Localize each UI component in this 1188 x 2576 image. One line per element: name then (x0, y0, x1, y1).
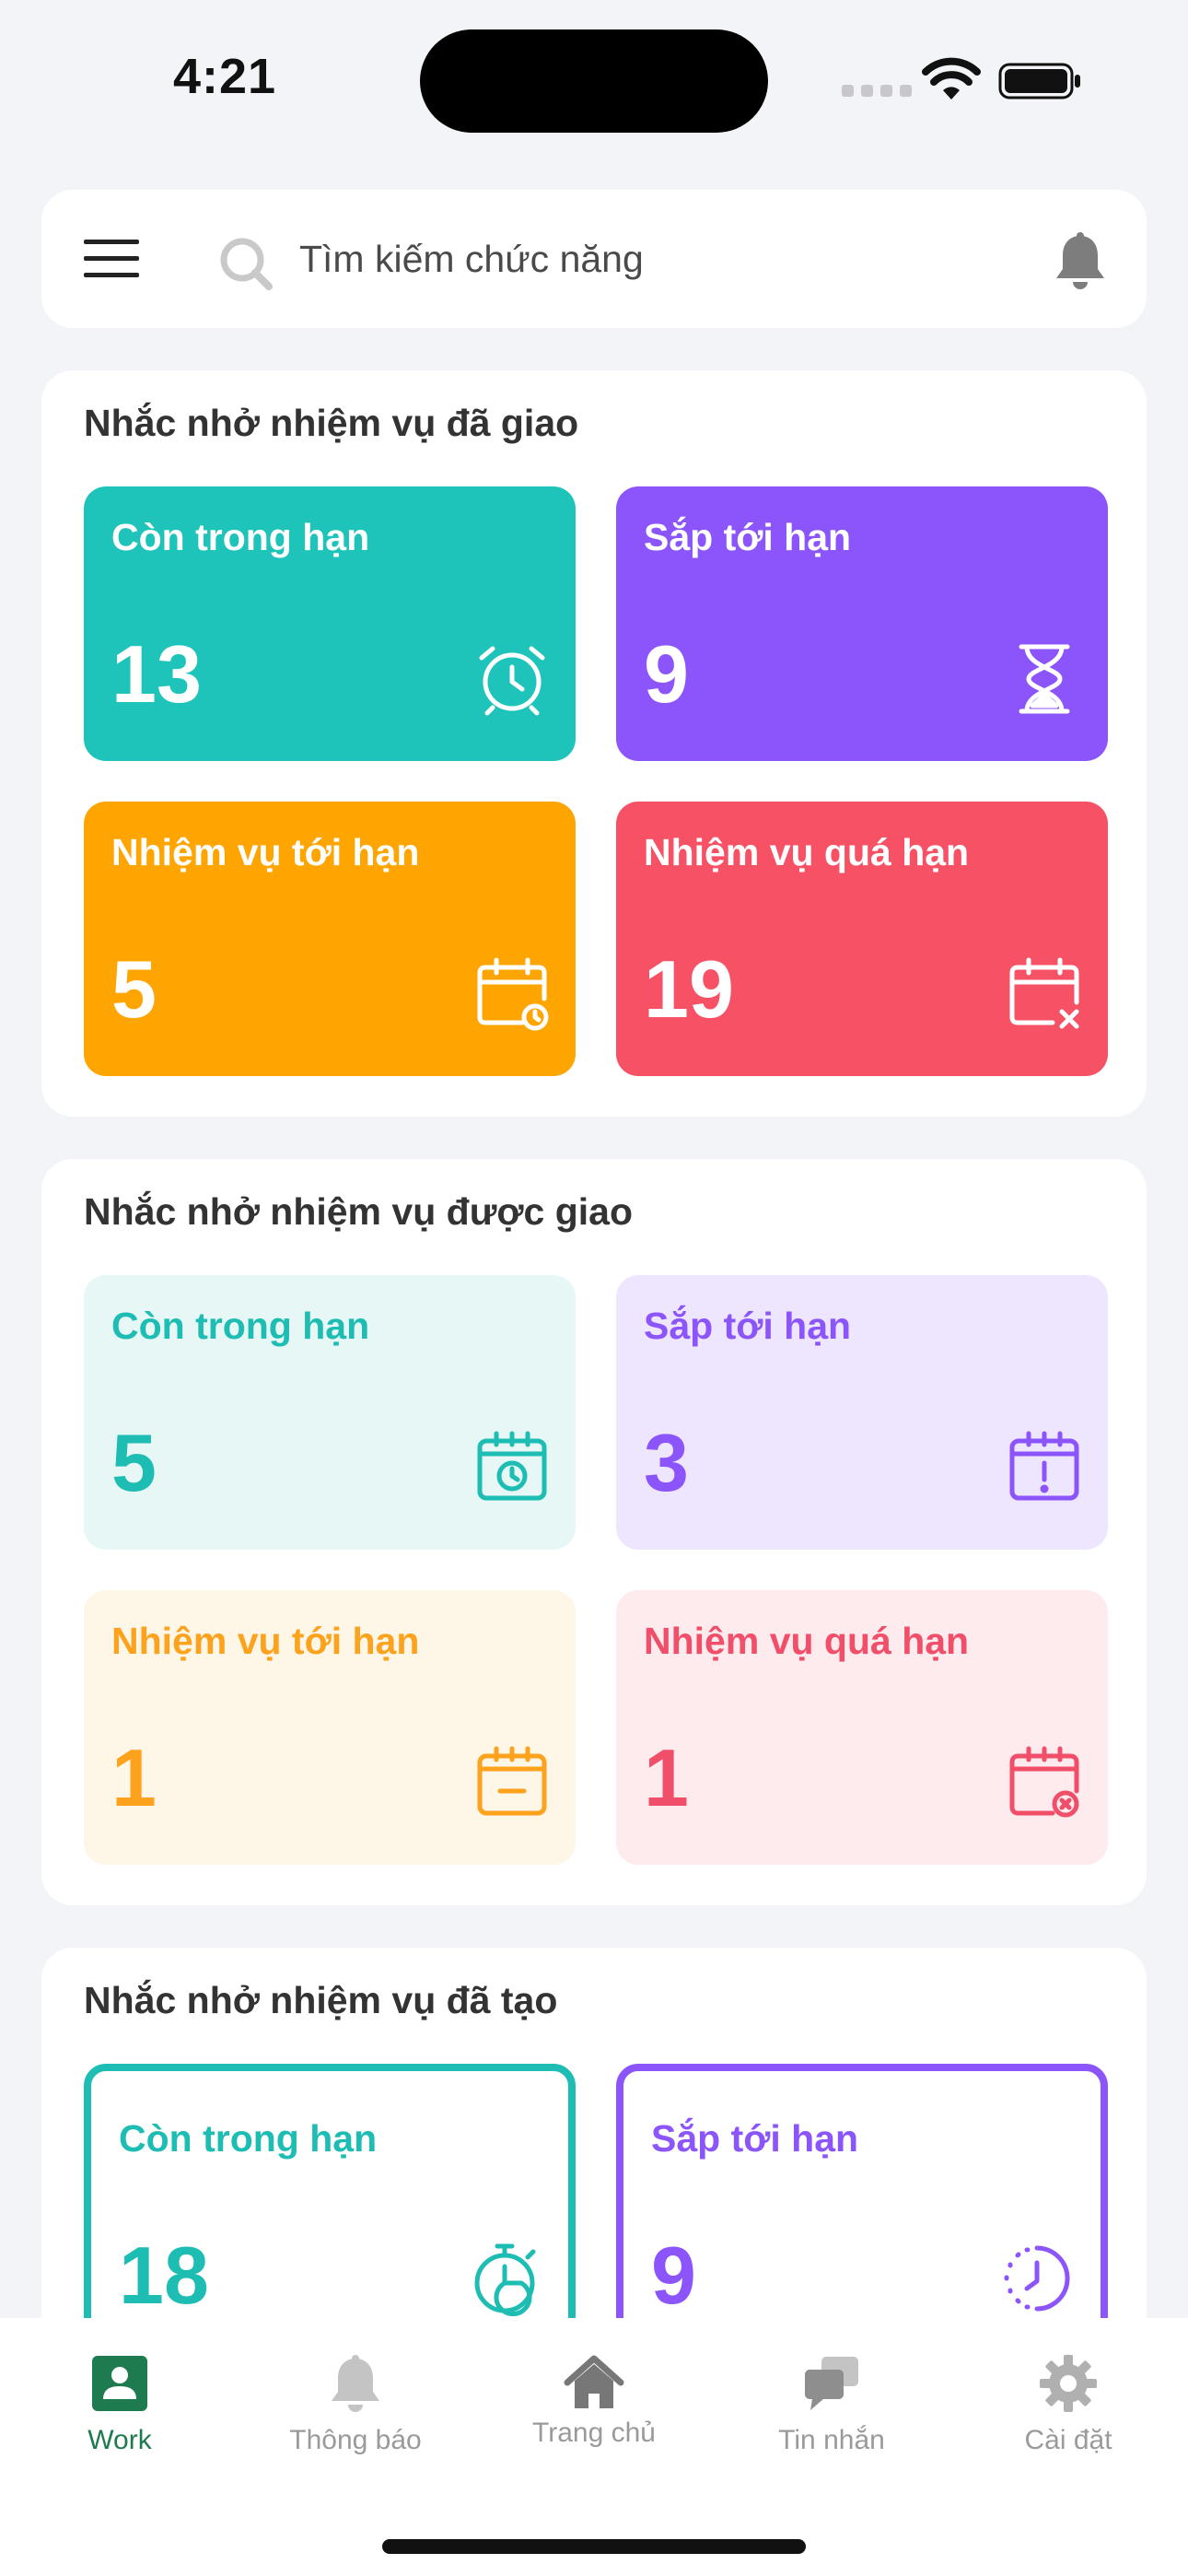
tile-label: Còn trong hạn (111, 1305, 370, 1347)
hourglass-icon (1007, 641, 1082, 717)
tile-value: 18 (119, 2230, 209, 2321)
tile-label: Nhiệm vụ tới hạn (111, 831, 420, 873)
gear-icon (1040, 2355, 1097, 2412)
alarm-clock-icon (474, 641, 550, 717)
tile-in-deadline[interactable]: Còn trong hạn 5 (84, 1275, 576, 1550)
nav-home[interactable]: Trang chủ (502, 2340, 686, 2460)
home-icon (564, 2355, 624, 2408)
tile-value: 13 (111, 628, 202, 720)
calendar-minus-icon (474, 1745, 550, 1821)
status-bar: 4:21 (0, 0, 1188, 157)
tile-label: Sắp tới hạn (644, 1305, 852, 1347)
bell-icon[interactable] (1051, 230, 1110, 293)
bell-icon (332, 2355, 379, 2412)
work-badge-icon (92, 2356, 147, 2411)
section-title: Nhắc nhở nhiệm vụ được giao (84, 1190, 634, 1233)
tile-label: Nhiệm vụ quá hạn (644, 831, 970, 873)
section-title: Nhắc nhở nhiệm vụ đã giao (84, 402, 579, 444)
chat-icon (805, 2357, 858, 2410)
tile-value: 1 (111, 1732, 157, 1823)
nav-messages[interactable]: Tin nhắn (740, 2340, 924, 2460)
dynamic-island (420, 29, 768, 133)
home-indicator (382, 2539, 806, 2554)
calendar-x-icon (1007, 956, 1082, 1032)
tile-value: 19 (644, 943, 734, 1035)
section-title: Nhắc nhở nhiệm vụ đã tạo (84, 1979, 558, 2021)
tile-label: Nhiệm vụ quá hạn (644, 1620, 970, 1662)
bottom-navigation: Work Thông báo Trang chủ Tin nhắn Cài đặ… (0, 2318, 1188, 2576)
tile-label: Nhiệm vụ tới hạn (111, 1620, 420, 1662)
battery-icon (998, 63, 1080, 100)
nav-label: Cài đặt (1024, 2425, 1112, 2455)
nav-settings[interactable]: Cài đặt (976, 2340, 1160, 2460)
calendar-clock-icon (474, 1430, 550, 1505)
wifi-icon (922, 57, 981, 100)
tile-label: Sắp tới hạn (651, 2117, 859, 2160)
tile-value: 5 (111, 1417, 157, 1508)
tile-due-today[interactable]: Nhiệm vụ tới hạn 1 (84, 1590, 576, 1865)
calendar-alert-icon (1007, 1430, 1082, 1505)
clock-dashed-icon (999, 2241, 1075, 2316)
tile-label: Còn trong hạn (111, 516, 370, 558)
tile-value: 1 (644, 1732, 689, 1823)
cellular-signal-icon (842, 85, 912, 97)
nav-label: Work (87, 2425, 152, 2455)
tile-value: 9 (644, 628, 689, 720)
tile-due-today[interactable]: Nhiệm vụ tới hạn 5 (84, 802, 576, 1076)
tile-nearing-deadline[interactable]: Sắp tới hạn 3 (616, 1275, 1108, 1550)
tile-label: Sắp tới hạn (644, 516, 852, 558)
nav-label: Tin nhắn (778, 2425, 885, 2455)
search-icon (220, 238, 273, 290)
calendar-clock-icon (474, 956, 550, 1032)
nav-work[interactable]: Work (28, 2340, 212, 2460)
calendar-x-icon (1007, 1745, 1082, 1821)
tile-overdue[interactable]: Nhiệm vụ quá hạn 1 (616, 1590, 1108, 1865)
tile-value: 5 (111, 943, 157, 1035)
tile-nearing-deadline[interactable]: Sắp tới hạn 9 (616, 486, 1108, 761)
tile-value: 3 (644, 1417, 689, 1508)
hamburger-menu-icon[interactable] (84, 238, 139, 280)
tile-in-deadline[interactable]: Còn trong hạn 13 (84, 486, 576, 761)
nav-label: Trang chủ (532, 2418, 656, 2448)
nav-label: Thông báo (289, 2425, 422, 2455)
search-header (41, 190, 1147, 328)
tile-label: Còn trong hạn (119, 2117, 378, 2160)
status-time: 4:21 (173, 49, 277, 104)
section-received-tasks: Nhắc nhở nhiệm vụ được giao Còn trong hạ… (41, 1159, 1147, 1905)
section-assigned-tasks: Nhắc nhở nhiệm vụ đã giao Còn trong hạn … (41, 370, 1147, 1117)
stopwatch-icon (467, 2241, 542, 2317)
search-input[interactable] (299, 225, 1018, 293)
nav-notifications[interactable]: Thông báo (263, 2340, 448, 2460)
home-screen: 4:21 Tìm kiếm chức năng Nhắc nhở nhiệm v… (0, 0, 1188, 2576)
tile-value: 9 (651, 2230, 696, 2321)
tile-overdue[interactable]: Nhiệm vụ quá hạn 19 (616, 802, 1108, 1076)
